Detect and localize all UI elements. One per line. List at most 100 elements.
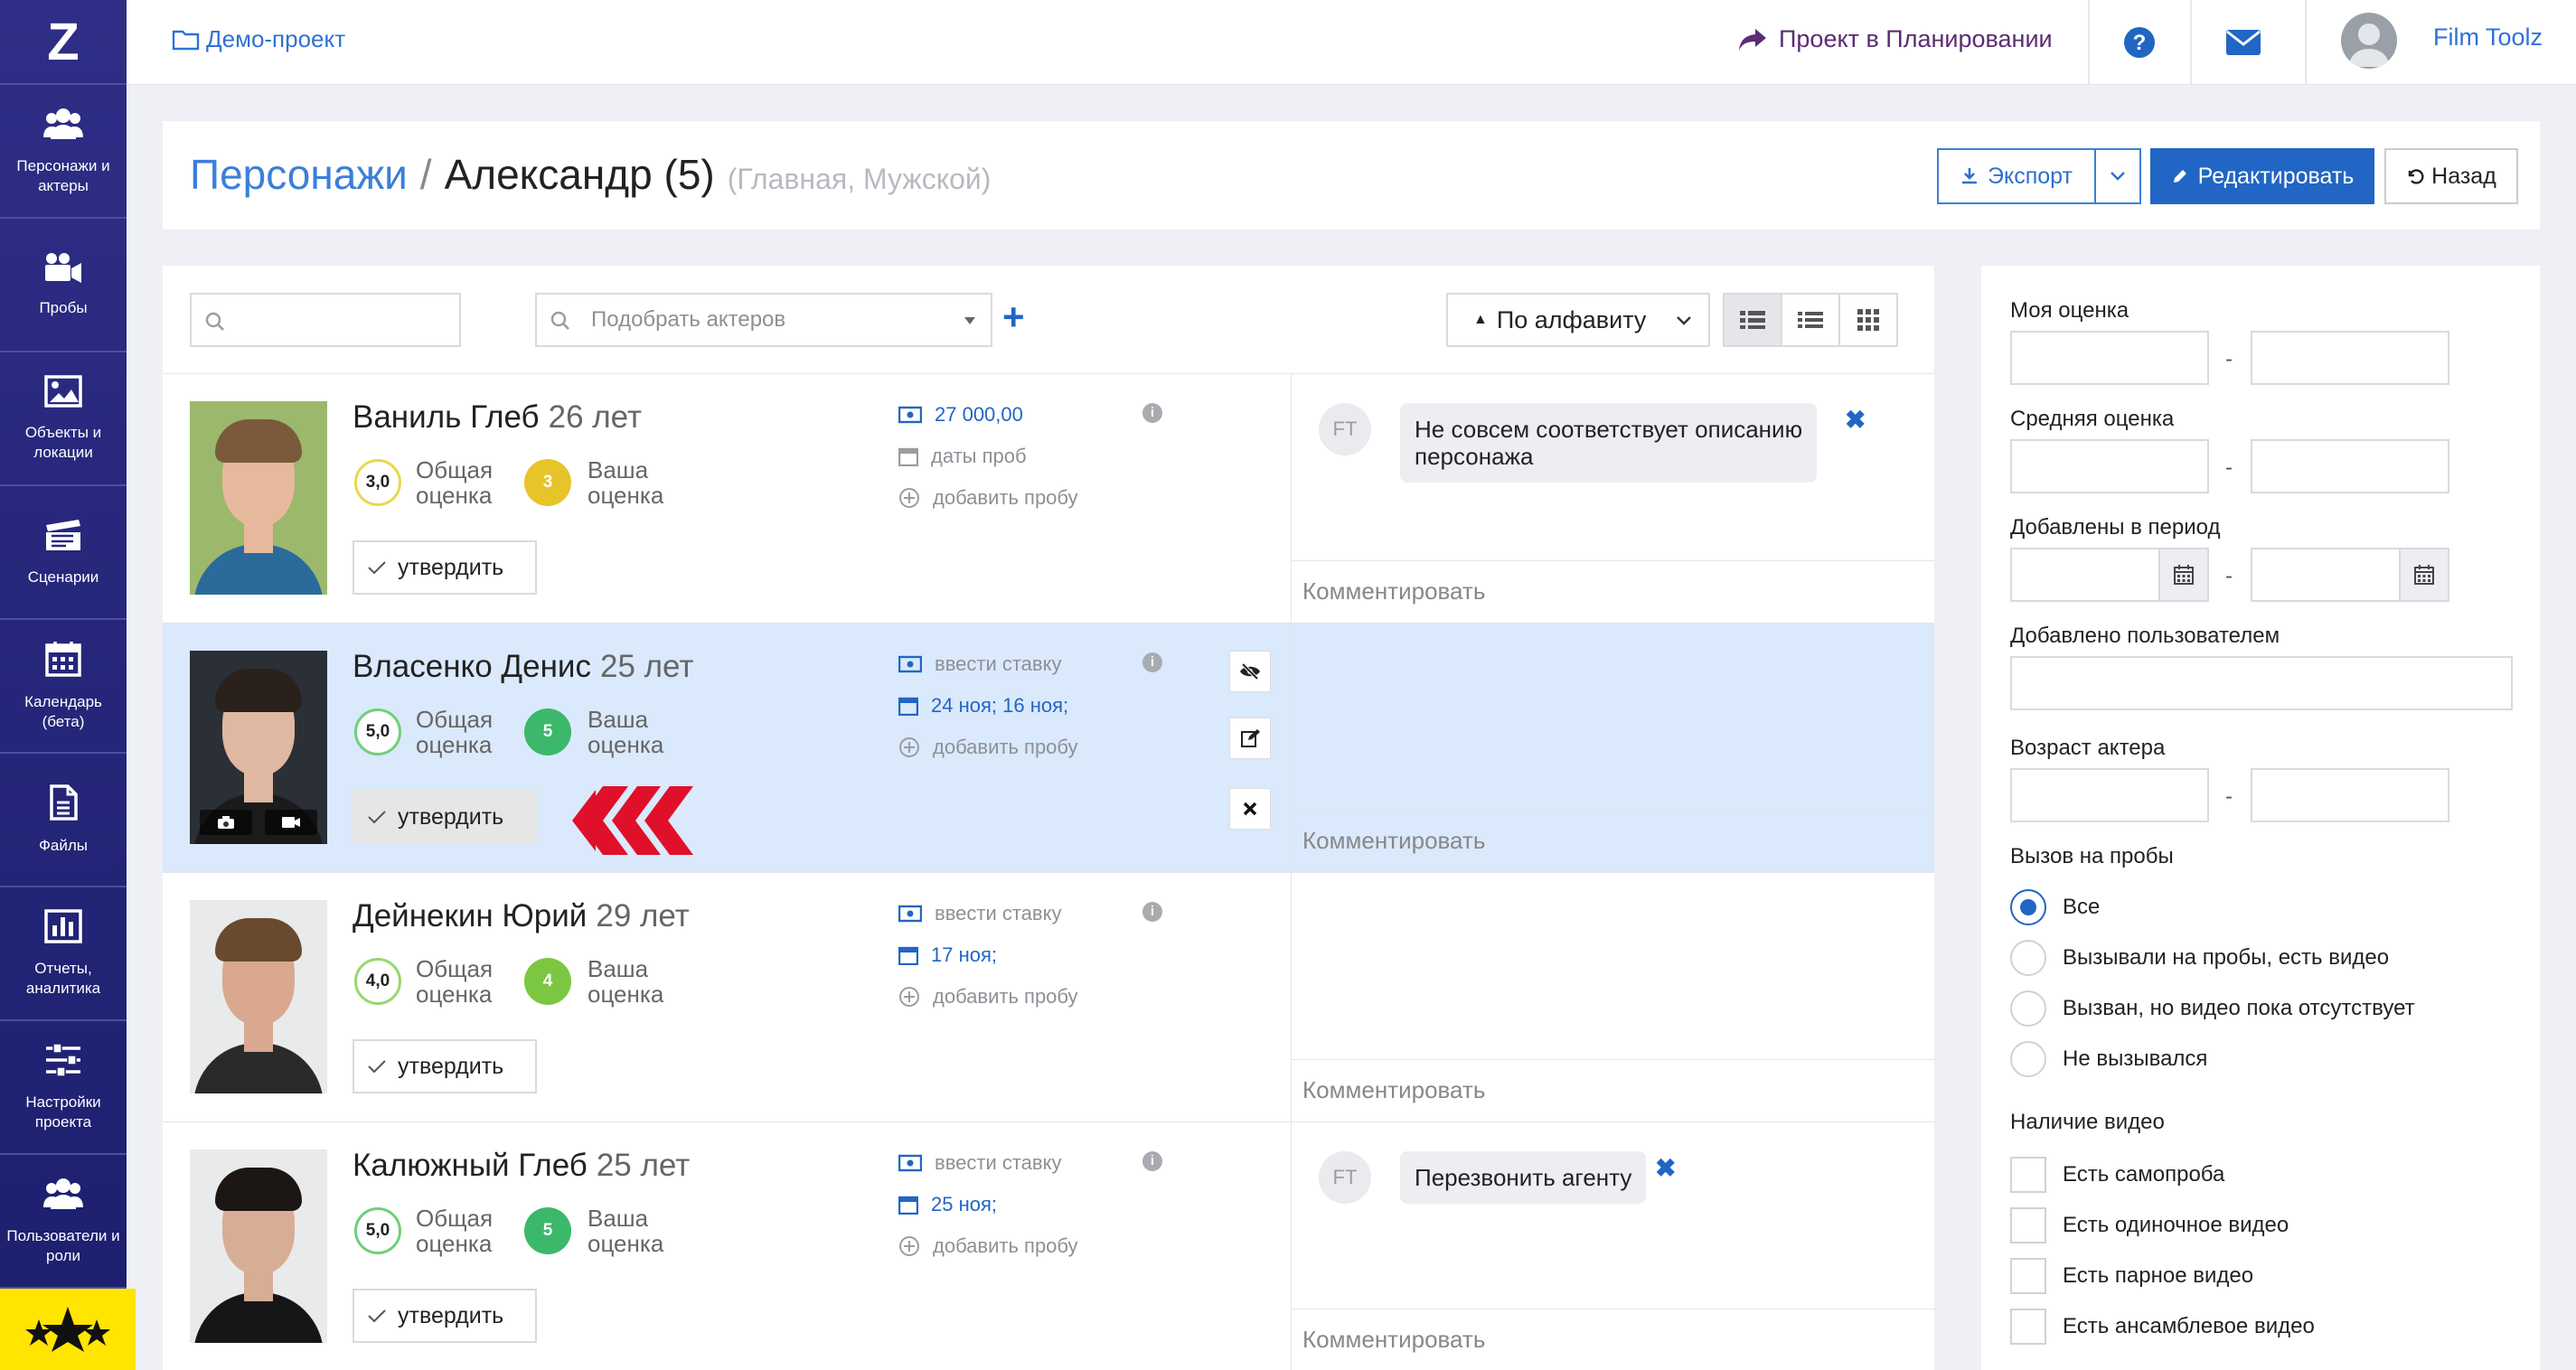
info-icon[interactable]: i xyxy=(1142,902,1162,922)
mail-icon[interactable] xyxy=(2225,29,2261,61)
app-logo[interactable]: Z xyxy=(0,0,127,85)
edit-actor-button[interactable] xyxy=(1229,718,1271,759)
video-filter-checkbox[interactable]: Есть самопроба xyxy=(2010,1157,2224,1193)
checkbox[interactable] xyxy=(2010,1157,2046,1193)
actor-row[interactable]: Дейнекин Юрий 29 лет 4,0 Общая оценка 4 Ваша оц… xyxy=(163,873,1935,1122)
my-rating-badge[interactable]: 5 xyxy=(524,708,571,755)
sidebar-item-4[interactable]: Календарь (бета) xyxy=(0,620,127,754)
info-icon[interactable]: i xyxy=(1142,403,1162,423)
comment-input[interactable]: Комментировать xyxy=(1292,1309,1935,1370)
sidebar-item-1[interactable]: Пробы xyxy=(0,219,127,352)
rate-field[interactable]: ввести ставку xyxy=(898,652,1061,676)
breadcrumb-root-link[interactable]: Персонажи xyxy=(190,151,408,198)
info-icon[interactable]: i xyxy=(1142,1151,1162,1171)
call-filter-radio[interactable]: Не вызывался xyxy=(2010,1041,2207,1077)
add-trial-link[interactable]: добавить пробу xyxy=(898,486,1078,510)
stars-badge[interactable] xyxy=(0,1289,136,1370)
actor-photo[interactable] xyxy=(190,900,327,1093)
calendar-button[interactable] xyxy=(2158,549,2207,600)
sidebar-item-6[interactable]: Отчеты, аналитика xyxy=(0,887,127,1021)
checkbox[interactable] xyxy=(2010,1258,2046,1294)
export-button[interactable]: Экспорт xyxy=(1937,148,2096,204)
user-name[interactable]: Film Toolz xyxy=(2433,23,2543,52)
radio-button[interactable] xyxy=(2010,889,2046,925)
info-icon[interactable]: i xyxy=(1142,652,1162,672)
sidebar-item-5[interactable]: Файлы xyxy=(0,754,127,887)
actor-photo[interactable] xyxy=(190,651,327,844)
radio-button[interactable] xyxy=(2010,940,2046,976)
call-filter-radio[interactable]: Вызывали на пробы, есть видео xyxy=(2010,940,2389,976)
view-grid-button[interactable] xyxy=(1838,293,1898,347)
edit-button[interactable]: Редактировать xyxy=(2150,148,2374,204)
back-button[interactable]: Назад xyxy=(2384,148,2518,204)
video-filter-checkbox[interactable]: Есть одиночное видео xyxy=(2010,1207,2289,1243)
period-from-input[interactable] xyxy=(2010,548,2209,602)
delete-comment-icon[interactable]: ✖ xyxy=(1655,1153,1676,1183)
actor-name[interactable]: Дейнекин Юрий xyxy=(353,898,587,934)
calendar-button[interactable] xyxy=(2399,549,2448,600)
checkbox[interactable] xyxy=(2010,1309,2046,1345)
add-actor-button[interactable]: + xyxy=(1002,298,1025,336)
my-rating-from-input[interactable] xyxy=(2010,331,2209,385)
my-rating-badge[interactable]: 3 xyxy=(524,459,571,506)
sidebar-item-3[interactable]: Сценарии xyxy=(0,486,127,620)
rate-field[interactable]: ввести ставку xyxy=(898,1151,1061,1175)
view-list-large-button[interactable] xyxy=(1723,293,1782,347)
added-by-input[interactable] xyxy=(2010,656,2513,710)
avatar[interactable] xyxy=(2341,13,2397,69)
age-from-input[interactable] xyxy=(2010,768,2209,822)
approve-button[interactable]: утвердить xyxy=(353,540,537,595)
trial-dates-field[interactable]: 17 ноя; xyxy=(898,943,997,967)
radio-button[interactable] xyxy=(2010,1041,2046,1077)
actor-row[interactable]: Власенко Денис 25 лет 5,0 Общая оценка 5 Ваша о… xyxy=(163,624,1935,873)
export-dropdown-button[interactable] xyxy=(2094,148,2141,204)
comment-input[interactable]: Комментировать xyxy=(1292,560,1935,624)
camera-icon[interactable] xyxy=(200,810,252,835)
actor-photo[interactable] xyxy=(190,401,327,595)
add-trial-link[interactable]: добавить пробу xyxy=(898,736,1078,759)
sidebar-item-2[interactable]: Объекты и локации xyxy=(0,352,127,486)
rate-field[interactable]: 27 000,00 xyxy=(898,403,1023,427)
trial-dates-field[interactable]: даты проб xyxy=(898,445,1027,468)
sort-select[interactable]: ▲ По алфавиту xyxy=(1446,293,1710,347)
actor-row[interactable]: Ваниль Глеб 26 лет 3,0 Общая оценка 3 Ваша оцен… xyxy=(163,374,1935,624)
sidebar-item-7[interactable]: Настройки проекта xyxy=(0,1021,127,1155)
approve-button[interactable]: утвердить xyxy=(353,1289,537,1343)
age-to-input[interactable] xyxy=(2251,768,2449,822)
video-filter-checkbox[interactable]: Есть парное видео xyxy=(2010,1258,2253,1294)
help-icon[interactable]: ? xyxy=(2122,25,2157,64)
video-icon[interactable] xyxy=(265,810,317,835)
my-rating-badge[interactable]: 5 xyxy=(524,1207,571,1254)
video-filter-checkbox[interactable]: Есть ансамблевое видео xyxy=(2010,1309,2315,1345)
hide-button[interactable] xyxy=(1229,651,1271,692)
search-input[interactable] xyxy=(190,293,461,347)
comment-input[interactable]: Комментировать xyxy=(1292,1059,1935,1122)
rate-field[interactable]: ввести ставку xyxy=(898,902,1061,925)
delete-comment-icon[interactable]: ✖ xyxy=(1845,405,1866,435)
approve-button[interactable]: утвердить xyxy=(353,790,537,844)
radio-button[interactable] xyxy=(2010,990,2046,1027)
sidebar-item-0[interactable]: Персонажи и актеры xyxy=(0,85,127,219)
add-trial-link[interactable]: добавить пробу xyxy=(898,1234,1078,1258)
add-trial-link[interactable]: добавить пробу xyxy=(898,985,1078,1009)
remove-actor-button[interactable] xyxy=(1229,788,1271,830)
my-rating-badge[interactable]: 4 xyxy=(524,958,571,1005)
period-to-input[interactable] xyxy=(2251,548,2449,602)
project-status[interactable]: Проект в Планировании xyxy=(1737,25,2053,53)
checkbox[interactable] xyxy=(2010,1207,2046,1243)
actor-name[interactable]: Ваниль Глеб xyxy=(353,399,540,435)
call-filter-radio[interactable]: Все xyxy=(2010,889,2100,925)
actor-photo[interactable] xyxy=(190,1149,327,1343)
avg-rating-to-input[interactable] xyxy=(2251,439,2449,493)
trial-dates-field[interactable]: 25 ноя; xyxy=(898,1193,997,1216)
avg-rating-from-input[interactable] xyxy=(2010,439,2209,493)
approve-button[interactable]: утвердить xyxy=(353,1039,537,1093)
actor-name[interactable]: Власенко Денис xyxy=(353,649,591,684)
sidebar-item-8[interactable]: Пользователи и роли xyxy=(0,1155,127,1289)
trial-dates-field[interactable]: 24 ноя; 16 ноя; xyxy=(898,694,1068,718)
call-filter-radio[interactable]: Вызван, но видео пока отсутствует xyxy=(2010,990,2415,1027)
actor-name[interactable]: Калюжный Глеб xyxy=(353,1148,588,1183)
comment-input[interactable]: Комментировать xyxy=(1292,810,1935,873)
view-list-button[interactable] xyxy=(1781,293,1840,347)
pick-actors-select[interactable]: Подобрать актеров xyxy=(535,293,992,347)
